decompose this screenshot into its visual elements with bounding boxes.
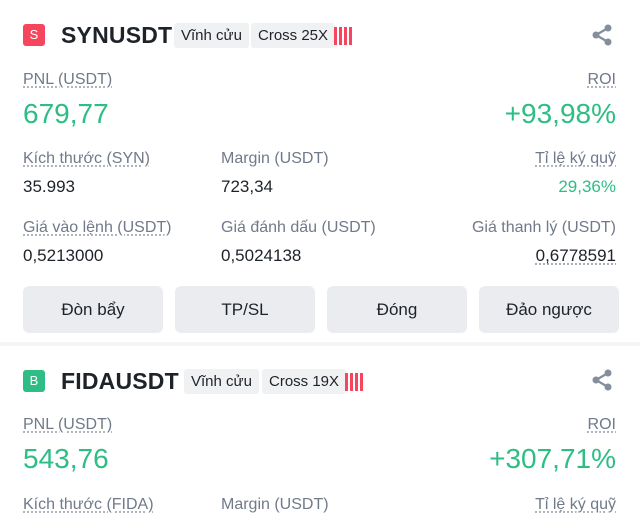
position-card-synusdt: S SYNUSDT Vĩnh cửu Cross 25X PNL (USDT) …: [0, 0, 640, 342]
roi-value: +93,98%: [504, 98, 616, 129]
side-badge-long: B: [23, 370, 45, 392]
leverage-button[interactable]: Đòn bẩy: [23, 286, 163, 333]
position-header: S SYNUSDT Vĩnh cửu Cross 25X: [0, 0, 640, 70]
share-icon[interactable]: [590, 23, 614, 47]
pnl-label[interactable]: PNL (USDT): [23, 416, 112, 434]
symbol-title[interactable]: FIDAUSDT: [61, 368, 179, 395]
pnl-value: 679,77: [23, 98, 109, 129]
contract-type-tag: Vĩnh cửu: [174, 23, 249, 48]
margin-mode-tag[interactable]: Cross 19X: [262, 369, 347, 394]
risk-bars-icon: [345, 373, 363, 391]
risk-bars-icon: [334, 27, 352, 45]
pnl-label[interactable]: PNL (USDT): [23, 71, 112, 89]
entry-price-label[interactable]: Giá vào lệnh (USDT): [23, 219, 172, 237]
size-value: 35.993: [23, 177, 75, 196]
liq-price-value[interactable]: 0,6778591: [536, 246, 616, 266]
roi-label[interactable]: ROI: [588, 416, 616, 434]
margin-ratio-label[interactable]: Tỉ lệ ký quỹ: [535, 150, 616, 168]
share-icon[interactable]: [590, 368, 614, 392]
contract-type-tag: Vĩnh cửu: [184, 369, 259, 394]
close-button[interactable]: Đóng: [327, 286, 467, 333]
mark-price-label: Giá đánh dấu (USDT): [221, 219, 376, 236]
margin-value: 723,34: [221, 177, 273, 196]
margin-ratio-label[interactable]: Tỉ lệ ký quỹ: [535, 496, 616, 514]
liq-price-label: Giá thanh lý (USDT): [471, 219, 616, 236]
margin-mode-tag[interactable]: Cross 25X: [251, 23, 336, 48]
size-label[interactable]: Kích thước (FIDA): [23, 496, 154, 514]
margin-ratio-value: 29,36%: [558, 177, 616, 196]
side-badge-short: S: [23, 24, 45, 46]
symbol-title[interactable]: SYNUSDT: [61, 22, 172, 49]
tp-sl-button[interactable]: TP/SL: [175, 286, 315, 333]
pnl-value: 543,76: [23, 443, 109, 474]
reverse-button[interactable]: Đảo ngược: [479, 286, 619, 333]
mark-price-value: 0,5024138: [221, 246, 302, 265]
margin-label: Margin (USDT): [221, 496, 329, 513]
entry-price-value: 0,5213000: [23, 246, 104, 265]
position-card-fidausdt: B FIDAUSDT Vĩnh cửu Cross 19X PNL (USDT)…: [0, 346, 640, 524]
roi-label[interactable]: ROI: [588, 71, 616, 89]
size-label[interactable]: Kích thước (SYN): [23, 150, 150, 168]
margin-label: Margin (USDT): [221, 150, 329, 167]
roi-value: +307,71%: [489, 443, 616, 474]
